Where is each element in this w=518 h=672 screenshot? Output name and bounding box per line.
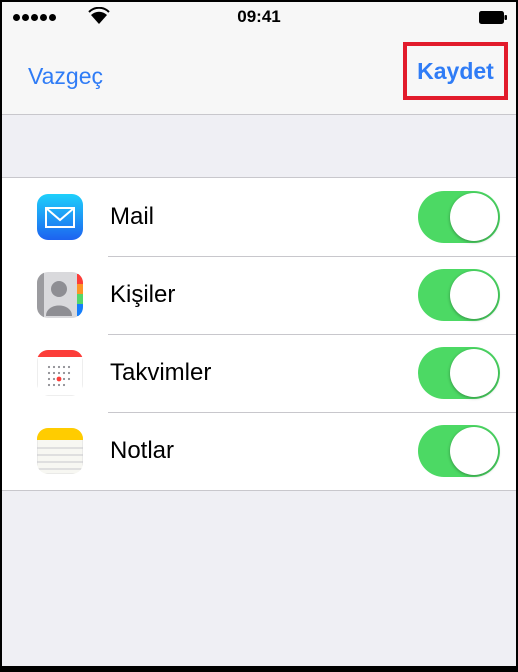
cancel-button[interactable]: Vazgeç [28,63,103,90]
list-item-mail: Mail [2,178,516,256]
navigation-bar: Vazgeç Kaydet [2,36,516,115]
notes-toggle[interactable] [418,425,500,477]
status-bar: 09:41 [2,2,516,36]
list-item-label: Takvimler [110,359,212,386]
list-item-contacts: Kişiler [2,256,516,334]
contacts-app-icon [37,272,83,318]
battery-icon [479,11,507,24]
list-item-notes: Notlar [2,412,516,490]
calendars-toggle[interactable] [418,347,500,399]
status-time: 09:41 [237,7,281,26]
list-item-label: Kişiler [110,281,176,308]
phone-screen: 09:41 Vazgeç Kaydet Mail Kişiler Takviml… [0,0,518,672]
account-services-list: Mail Kişiler Takvimler Notlar [2,177,516,491]
mail-app-icon [37,194,83,240]
save-button[interactable]: Kaydet [403,42,508,100]
notes-app-icon [37,428,83,474]
contacts-toggle[interactable] [418,269,500,321]
mail-toggle[interactable] [418,191,500,243]
list-item-label: Notlar [110,437,175,464]
calendar-app-icon [37,350,83,396]
list-item-label: Mail [110,203,155,230]
list-item-calendars: Takvimler [2,334,516,412]
